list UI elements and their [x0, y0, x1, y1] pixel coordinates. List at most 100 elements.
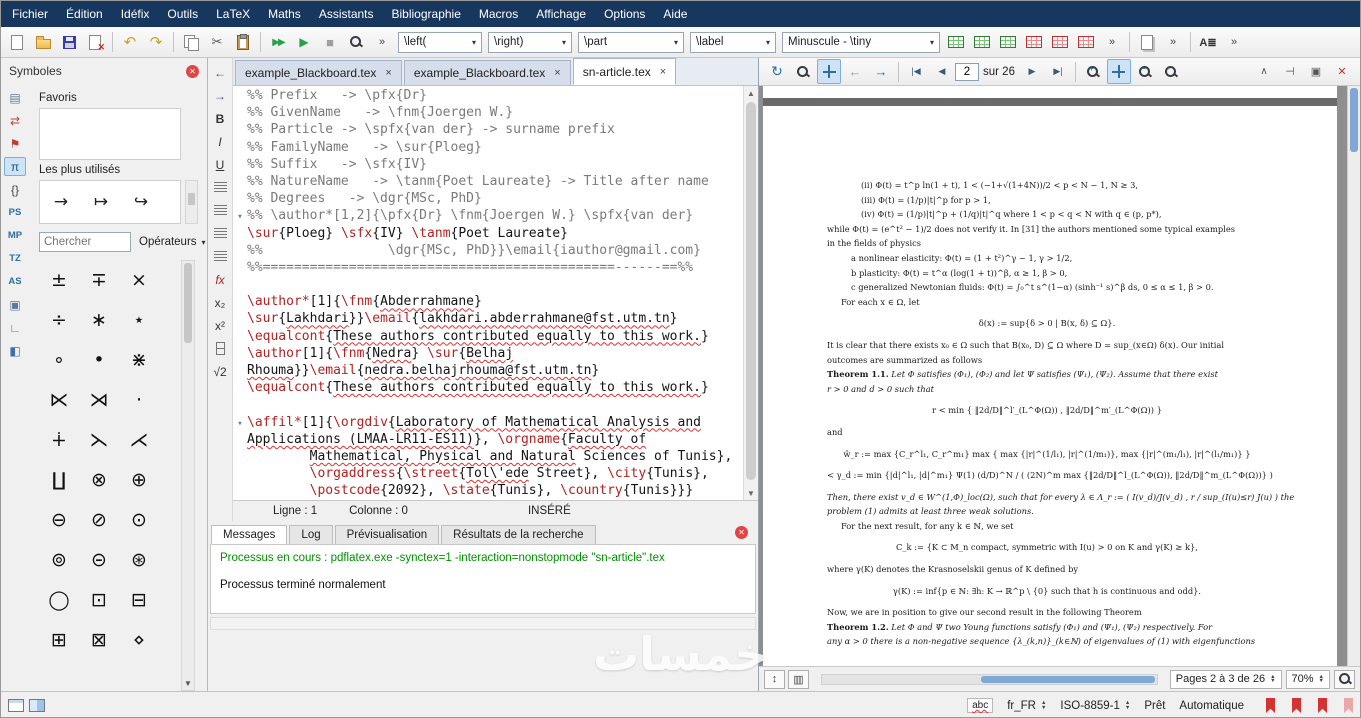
subscript-icon[interactable]: x₂ [209, 291, 231, 314]
scroll-down-icon[interactable]: ▼ [182, 676, 194, 690]
layout-editor-icon[interactable] [8, 699, 24, 712]
fraction-icon[interactable] [209, 337, 231, 360]
new-file-icon[interactable] [5, 30, 29, 55]
pstricks-icon[interactable]: PS [4, 203, 26, 222]
scroll-down-icon[interactable]: ▼ [744, 486, 758, 500]
reference-combo[interactable]: \label ▾ [690, 31, 776, 53]
save-icon[interactable] [57, 30, 81, 55]
symbol-cell[interactable]: ⊛ [119, 540, 159, 580]
bookmark-red-2-icon[interactable] [1292, 698, 1301, 713]
symbol-rightarrow[interactable]: → [44, 185, 78, 219]
zoom-out-icon[interactable]: − [1133, 59, 1157, 84]
pdf-scroll-area[interactable]: (ii) Φ(t) = t^p ln(1 + t), 1 < (−1+√(1+4… [759, 86, 1347, 666]
fit-width-icon[interactable] [1106, 59, 1131, 84]
close-panel-icon[interactable] [186, 64, 199, 78]
build-overflow-icon[interactable]: » [370, 30, 394, 55]
most-used-scrollbar[interactable] [185, 180, 198, 224]
symbol-cell[interactable]: ⊕ [119, 460, 159, 500]
symbol-cell[interactable]: ⋆ [119, 300, 159, 340]
messages-scrollbar[interactable] [210, 617, 756, 630]
snippet-icon[interactable]: ∟ [4, 318, 26, 337]
menu-latex[interactable]: LaTeX [207, 1, 259, 27]
menu-macros[interactable]: Macros [470, 1, 527, 27]
scrollbar-thumb[interactable] [1350, 88, 1358, 152]
spellcheck-icon[interactable]: abc [967, 698, 994, 713]
tab-example-Blackboard-tex[interactable]: example_Blackboard.tex × [235, 60, 402, 85]
page-number-input[interactable] [955, 62, 979, 81]
font-size-combo[interactable]: Minuscule - \tiny ▾ [782, 31, 940, 53]
code-line[interactable]: \equalcont{These authors contributed equ… [233, 329, 743, 346]
symbol-cell[interactable]: ⊟ [119, 580, 159, 620]
encoding-selector[interactable]: ISO-8859-1 [1060, 700, 1130, 712]
continuous-scroll-icon[interactable]: ↕ [764, 669, 785, 689]
symbol-cell[interactable]: ⋊ [79, 380, 119, 420]
zoom-in-icon[interactable]: + [1081, 59, 1105, 84]
bookmark-pale-icon[interactable] [1344, 698, 1353, 713]
messages-tab-messages[interactable]: Messages [211, 525, 288, 544]
close-messages-icon[interactable] [735, 526, 748, 539]
metapost-icon[interactable]: MP [4, 226, 26, 245]
symbol-cell[interactable]: ⋄ [119, 620, 159, 660]
code-line[interactable]: %% NatureName -> \tanm{Poet Laureate} ->… [233, 174, 743, 191]
two-page-view-icon[interactable]: ▥ [788, 669, 809, 689]
previous-page-icon[interactable]: ◀ [930, 59, 954, 84]
code-line[interactable]: \equalcont{These authors contributed equ… [233, 380, 743, 397]
bookmark-red-1-icon[interactable] [1266, 698, 1275, 713]
scrollbar-thumb[interactable] [184, 263, 192, 343]
list-env-icon[interactable] [209, 245, 231, 268]
symbol-cell[interactable]: ⊚ [39, 540, 79, 580]
code-line[interactable]: \author [1]{\fnm{Nedra} \sur{Belhaj [233, 346, 743, 363]
close-tab-icon[interactable]: × [554, 67, 560, 79]
copy-icon[interactable] [179, 30, 203, 55]
code-line[interactable]: Mathematical, Physical and Natural Scien… [233, 449, 743, 466]
tab-example-Blackboard-tex[interactable]: example_Blackboard.tex × [403, 60, 571, 85]
open-file-icon[interactable] [31, 30, 55, 55]
symbol-cell[interactable]: ⊠ [79, 620, 119, 660]
symbol-cell[interactable]: ∗ [79, 300, 119, 340]
prev-position-icon[interactable]: ← [209, 61, 231, 84]
refresh-icon[interactable]: ↻ [765, 59, 789, 84]
last-page-icon[interactable]: ▶| [1046, 59, 1070, 84]
symbol-cell[interactable]: ⊘ [79, 500, 119, 540]
array-wizard-icon[interactable] [970, 30, 994, 55]
dock-icon[interactable]: ⊣ [1278, 59, 1302, 84]
sectioning-combo[interactable]: \part ▾ [578, 31, 684, 53]
left-delimiter-combo[interactable]: \left(▾ [398, 31, 482, 53]
symbol-hookrightarrow[interactable]: ↪ [124, 185, 158, 219]
zoom-tool-icon[interactable] [791, 59, 815, 84]
code-line[interactable]: %% Suffix -> \sfx{IV} [233, 157, 743, 174]
code-line[interactable]: %% Particle -> \spfx{van der} -> surname… [233, 122, 743, 139]
symbol-cell[interactable]: ⋇ [119, 340, 159, 380]
symbols-scrollbar[interactable]: ▼ [181, 260, 195, 691]
symbol-cell[interactable]: ⊝ [79, 540, 119, 580]
zoom-level-combo[interactable]: 70% [1285, 669, 1330, 689]
symbol-cell[interactable]: ± [39, 260, 79, 300]
description-icon[interactable] [209, 222, 231, 245]
right-delimiter-combo[interactable]: \right) ▾ [488, 31, 572, 53]
symbol-cell[interactable]: ◯ [39, 580, 79, 620]
code-line[interactable]: ▾%% \author*[1,2]{\pfx{Dr} \fnm{Joergen … [233, 208, 743, 225]
detach-window-icon[interactable]: ▣ [1304, 59, 1328, 84]
close-pdf-icon[interactable]: ✕ [1330, 59, 1354, 84]
tab-sn-article-tex[interactable]: sn-article.tex × [572, 58, 677, 85]
run-icon[interactable]: ▶ [292, 30, 316, 55]
symbol-cell[interactable]: ∘ [39, 340, 79, 380]
symbol-cell[interactable]: ∔ [39, 420, 79, 460]
messages-tab-log[interactable]: Log [289, 525, 333, 544]
format-icon[interactable]: A≣ [1196, 30, 1220, 55]
menu-outils[interactable]: Outils [158, 1, 207, 27]
symbol-mapsto[interactable]: ↦ [84, 185, 118, 219]
menu-idfix[interactable]: Idéfix [112, 1, 159, 27]
symbol-cell[interactable]: ⋋ [79, 420, 119, 460]
graphic-overflow-icon[interactable]: » [1161, 30, 1185, 55]
menu-affichage[interactable]: Affichage [527, 1, 595, 27]
symbol-cell[interactable]: ⋉ [39, 380, 79, 420]
favorites-box[interactable] [39, 108, 181, 160]
code-line[interactable] [233, 277, 743, 294]
clipboard-icon[interactable]: ▣ [4, 295, 26, 314]
menu-bibliographie[interactable]: Bibliographie [383, 1, 470, 27]
menu-aide[interactable]: Aide [654, 1, 696, 27]
close-tab-icon[interactable]: × [660, 66, 666, 78]
symbol-cell[interactable]: ÷ [39, 300, 79, 340]
next-position-icon[interactable]: → [209, 84, 231, 107]
